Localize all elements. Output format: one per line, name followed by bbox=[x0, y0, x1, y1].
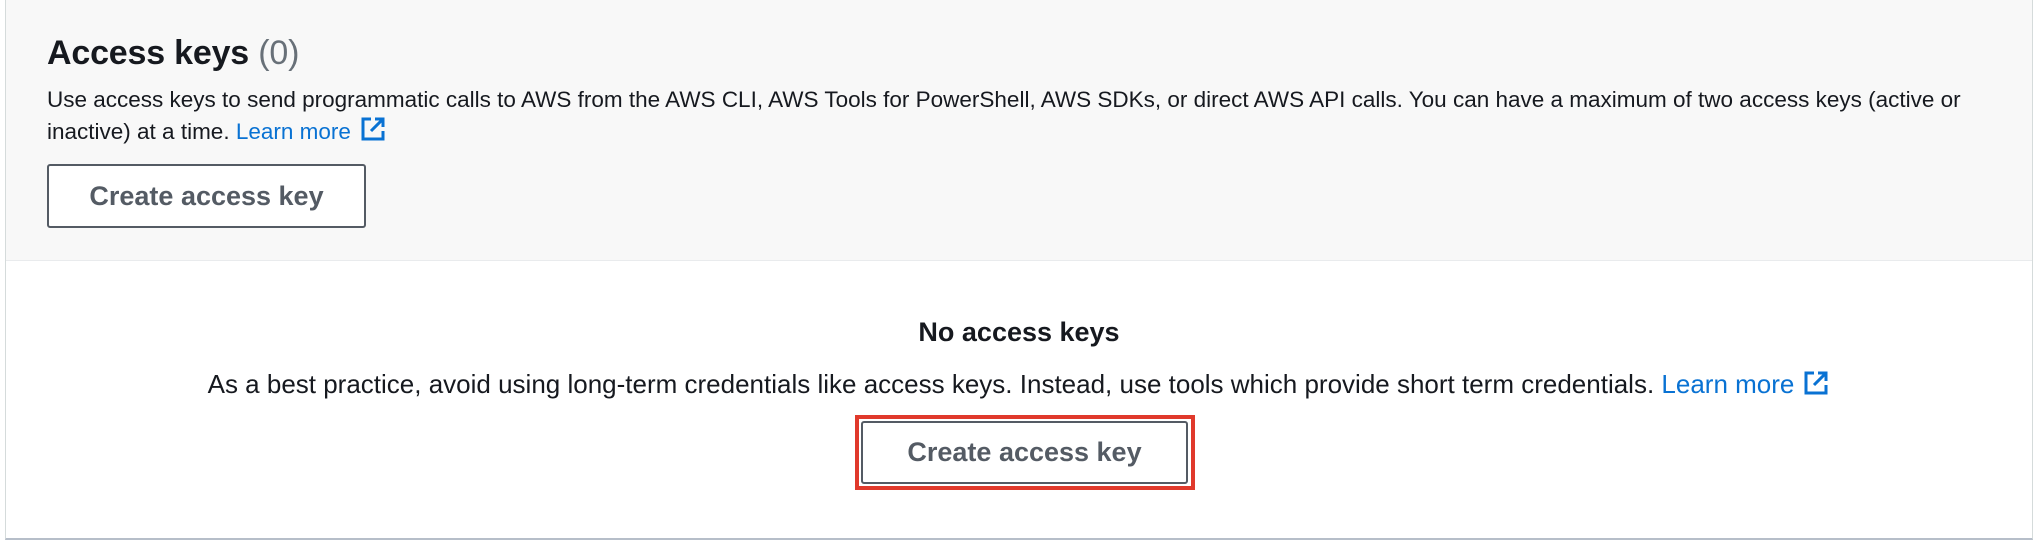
empty-create-access-key-button[interactable]: Create access key bbox=[861, 421, 1188, 484]
empty-description-text: As a best practice, avoid using long-ter… bbox=[207, 369, 1655, 399]
learn-more-label: Learn more bbox=[235, 119, 351, 144]
empty-learn-more-link[interactable]: Learn more bbox=[1661, 369, 1830, 399]
key-count: (0) bbox=[258, 34, 300, 72]
empty-learn-more-label: Learn more bbox=[1661, 369, 1795, 399]
access-keys-header: Access keys (0) Use access keys to send … bbox=[6, 0, 2032, 261]
learn-more-link[interactable]: Learn more bbox=[235, 117, 387, 144]
empty-state-title: No access keys bbox=[918, 317, 1120, 347]
external-link-icon bbox=[1802, 369, 1830, 404]
access-keys-panel: Access keys (0) Use access keys to send … bbox=[5, 0, 2033, 540]
empty-state-description: As a best practice, avoid using long-ter… bbox=[6, 369, 2032, 404]
title-text: Access keys bbox=[47, 34, 249, 72]
external-link-icon bbox=[359, 115, 387, 151]
header-description: Use access keys to send programmatic cal… bbox=[47, 84, 2007, 151]
page-title: Access keys (0) bbox=[47, 34, 299, 73]
create-access-key-button[interactable]: Create access key bbox=[47, 164, 366, 228]
